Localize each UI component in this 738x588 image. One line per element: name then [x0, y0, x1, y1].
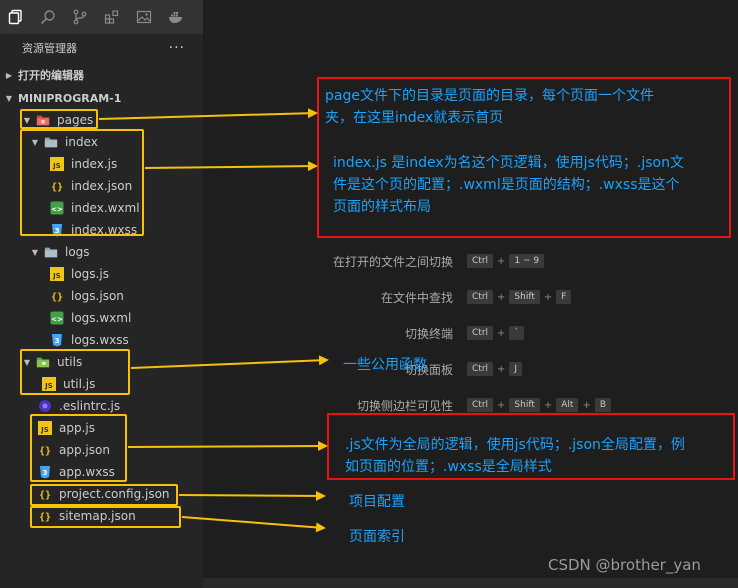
- image-icon[interactable]: [128, 0, 160, 34]
- highlight-app-files: [30, 414, 127, 482]
- docker-icon[interactable]: [160, 0, 192, 34]
- shortcut-label: 切换面板: [404, 362, 453, 377]
- shortcut-key: J: [509, 361, 523, 377]
- shortcut-label: 在文件中查找: [380, 290, 453, 305]
- shortcut-key: 1 ~ 9: [509, 253, 545, 269]
- shortcut-key: Ctrl: [467, 397, 494, 413]
- app-note-line2: 如页面的位置；.wxss是全局样式: [345, 459, 552, 475]
- svg-text:{}: {}: [51, 292, 63, 303]
- tree-item[interactable]: 3 logs.wxss: [48, 329, 129, 351]
- app-note: .js文件为全局的逻辑，使用js代码；.json全局配置，例 如页面的位置；.w…: [345, 434, 685, 478]
- shortcut-key: `: [509, 325, 524, 341]
- js-file-icon: JS: [48, 267, 66, 281]
- plus-sign: +: [582, 399, 591, 411]
- shortcut-row: 在文件中查找 Ctrl + Shift + F: [203, 287, 572, 307]
- tree-item[interactable]: ▼ logs: [28, 241, 90, 263]
- highlight-sitemap: [30, 506, 181, 528]
- index-note-line1: index.js 是index为名这个页逻辑，使用js代码；.json文: [333, 155, 684, 171]
- highlight-project-config: [30, 484, 178, 506]
- project-section[interactable]: ▼ MINIPROGRAM-1: [0, 87, 203, 109]
- project-note: 项目配置: [349, 494, 405, 510]
- tree-item[interactable]: JS logs.js: [48, 263, 109, 285]
- plus-sign: +: [497, 399, 506, 411]
- shortcut-key: Alt: [556, 397, 579, 413]
- highlight-utils: [20, 349, 130, 395]
- extensions-icon[interactable]: [96, 0, 128, 34]
- wxss-file-icon: 3: [48, 333, 66, 347]
- wxml-file-icon: <>: [48, 311, 66, 325]
- explorer-title: 资源管理器: [22, 42, 77, 55]
- plus-sign: +: [497, 327, 506, 339]
- open-editors-section[interactable]: ▶ 打开的编辑器: [0, 64, 203, 86]
- watermark: CSDN @brother_yan: [548, 556, 701, 574]
- svg-text:JS: JS: [52, 272, 61, 280]
- chevron-down-icon: ▼: [31, 247, 39, 257]
- shortcut-key: F: [556, 289, 572, 305]
- svg-text:3: 3: [55, 337, 60, 345]
- plus-sign: +: [497, 291, 506, 303]
- plus-sign: +: [497, 363, 506, 375]
- shortcut-row: 切换终端 Ctrl + `: [203, 323, 524, 343]
- chevron-right-icon: ▶: [5, 70, 13, 80]
- shortcut-key: Ctrl: [467, 289, 494, 305]
- pages-note-line1: page文件下的目录是页面的目录，每个页面一个文件: [325, 88, 654, 104]
- shortcut-key: Ctrl: [467, 361, 494, 377]
- plus-sign: +: [497, 255, 506, 267]
- app-note-line1: .js文件为全局的逻辑，使用js代码；.json全局配置，例: [345, 437, 685, 453]
- tree-item[interactable]: <> logs.wxml: [48, 307, 131, 329]
- search-icon[interactable]: [32, 0, 64, 34]
- tree-item-label: logs.json: [71, 289, 124, 303]
- more-actions-button[interactable]: ···: [169, 40, 185, 56]
- explorer-icon[interactable]: [0, 0, 32, 34]
- index-note-line3: 页面的样式布局: [333, 199, 431, 215]
- open-editors-label: 打开的编辑器: [18, 69, 84, 82]
- tree-item[interactable]: {} logs.json: [48, 285, 124, 307]
- sitemap-note: 页面索引: [349, 529, 405, 545]
- utils-note: 一些公用函数: [343, 357, 427, 373]
- project-label: MINIPROGRAM-1: [18, 91, 122, 105]
- tree-item-label: .eslintrc.js: [59, 399, 121, 413]
- folder-icon: [42, 245, 60, 259]
- shortcut-label: 切换终端: [404, 326, 453, 341]
- chevron-down-icon: ▼: [5, 93, 13, 103]
- shortcut-key: Ctrl: [467, 325, 494, 341]
- shortcut-key: B: [594, 397, 612, 413]
- tree-item-label: logs.wxss: [71, 333, 129, 347]
- plus-sign: +: [543, 399, 553, 411]
- tree-item-label: logs.js: [71, 267, 109, 281]
- activity-bar: [0, 0, 203, 34]
- pages-note-line2: 夹，在这里index就表示首页: [325, 110, 504, 126]
- pages-note: page文件下的目录是页面的目录，每个页面一个文件 夹，在这里index就表示首…: [325, 85, 654, 129]
- svg-text:<>: <>: [51, 316, 63, 324]
- shortcut-key: Ctrl: [467, 253, 494, 269]
- shortcut-key: Shift: [509, 289, 540, 305]
- shortcut-row: 切换侧边栏可见性 Ctrl + Shift + Alt + B: [203, 395, 612, 415]
- json-file-icon: {}: [48, 289, 66, 303]
- plus-sign: +: [543, 291, 553, 303]
- source-control-icon[interactable]: [64, 0, 96, 34]
- index-note: index.js 是index为名这个页逻辑，使用js代码；.json文 件是这…: [333, 152, 684, 218]
- shortcut-key: Shift: [509, 397, 540, 413]
- shortcut-row: 在打开的文件之间切换 Ctrl +1 ~ 9: [203, 251, 545, 271]
- tree-item-label: logs: [65, 245, 90, 259]
- bottom-bar: [203, 578, 738, 588]
- highlight-index-folder: [20, 129, 144, 236]
- highlight-pages: [20, 109, 98, 129]
- eslint-file-icon: [36, 399, 54, 413]
- index-note-line2: 件是这个页的配置；.wxml是页面的结构；.wxss是这个: [333, 177, 680, 193]
- explorer-title-bar: 资源管理器 ···: [0, 34, 203, 62]
- shortcut-label: 在打开的文件之间切换: [332, 254, 453, 269]
- tree-item-label: logs.wxml: [71, 311, 132, 325]
- shortcut-label: 切换侧边栏可见性: [356, 398, 453, 413]
